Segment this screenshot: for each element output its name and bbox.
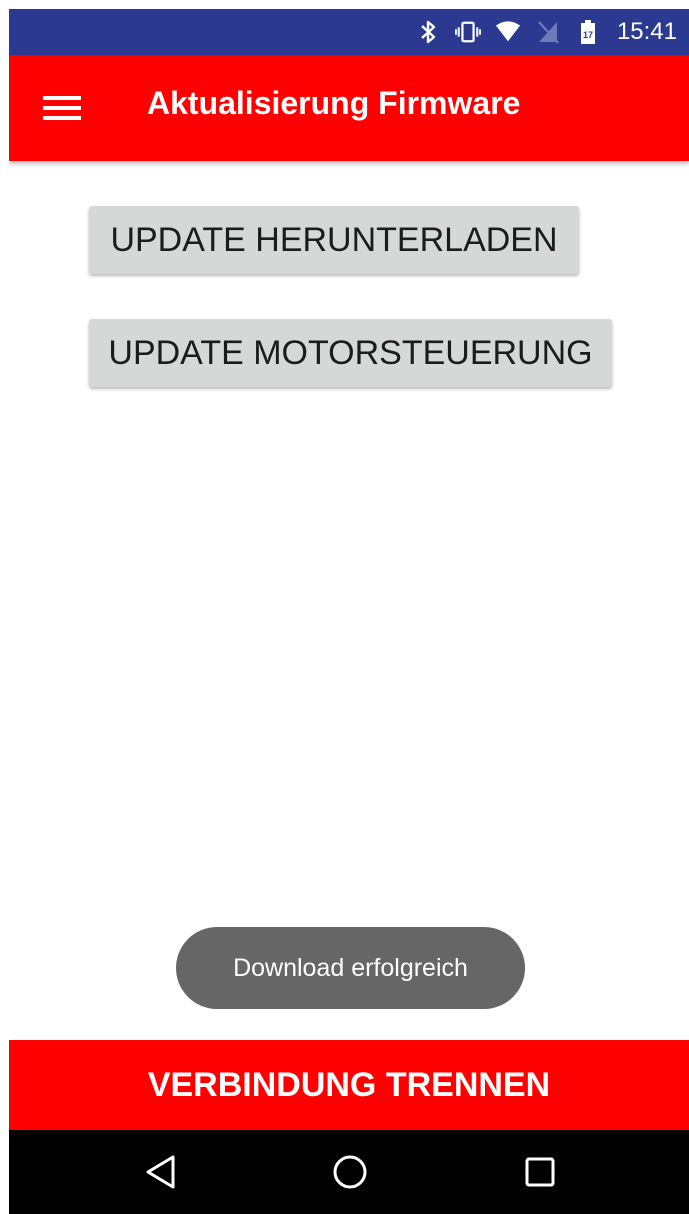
toast-text: Download erfolgreich [233,953,468,982]
app-bar: Aktualisierung Firmware [9,55,689,161]
back-icon[interactable] [139,1150,183,1194]
toast-message: Download erfolgreich [176,927,525,1009]
disconnect-button[interactable]: VERBINDUNG TRENNEN [9,1040,689,1130]
battery-level-label: 17 [583,30,593,40]
page-title: Aktualisierung Firmware [147,85,521,121]
recents-icon[interactable] [518,1150,562,1194]
phone-screen: 17 15:41 Aktualisierung Firmware UPDATE … [9,9,689,1214]
update-download-button[interactable]: UPDATE HERUNTERLADEN [89,206,579,274]
battery-icon: 17 [575,19,601,45]
bluetooth-icon [415,19,441,45]
status-bar: 17 15:41 [9,9,689,55]
wifi-icon [495,19,521,45]
home-icon[interactable] [328,1150,372,1194]
update-motor-control-button[interactable]: UPDATE MOTORSTEUERUNG [89,319,612,387]
hamburger-menu-icon[interactable] [33,87,91,129]
status-time: 15:41 [616,18,677,45]
no-sim-icon [535,19,561,45]
system-nav-bar [9,1130,689,1214]
vibrate-icon [454,19,481,45]
